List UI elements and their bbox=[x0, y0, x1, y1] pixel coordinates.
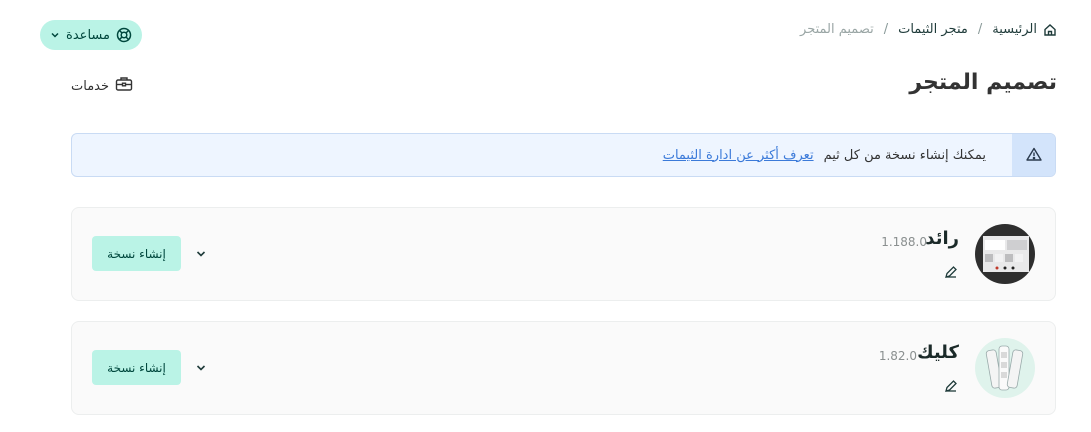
breadcrumb-separator: / bbox=[883, 22, 889, 37]
theme-version: 1.82.0 bbox=[878, 349, 917, 363]
theme-card: رائد 1.188.0 إنشاء نسخة bbox=[71, 207, 1056, 301]
theme-name: كليك bbox=[917, 342, 959, 363]
help-label: مساعدة bbox=[66, 27, 110, 43]
chevron-down-icon[interactable] bbox=[194, 246, 208, 260]
breadcrumb: الرئيسية / متجر الثيمات / تصميم المتجر bbox=[800, 22, 1057, 37]
warning-icon bbox=[1025, 146, 1042, 165]
theme-name: رائد bbox=[925, 228, 959, 249]
create-copy-button[interactable]: إنشاء نسخة bbox=[92, 236, 181, 271]
services-label: خدمات bbox=[71, 78, 110, 94]
page-title: تصميم المتجر bbox=[909, 70, 1057, 95]
alert-text: يمكنك إنشاء نسخة من كل ثيم bbox=[823, 147, 986, 163]
help-button[interactable]: مساعدة bbox=[40, 20, 142, 50]
pencil-icon[interactable] bbox=[943, 264, 959, 280]
toolbox-icon bbox=[115, 76, 133, 96]
theme-thumbnail bbox=[975, 224, 1035, 284]
breadcrumb-separator: / bbox=[977, 22, 983, 37]
breadcrumb-home[interactable]: الرئيسية bbox=[992, 22, 1037, 37]
theme-card: كليك 1.82.0 إنشاء نسخة bbox=[71, 321, 1056, 415]
theme-version: 1.188.0 bbox=[881, 235, 927, 249]
create-copy-button[interactable]: إنشاء نسخة bbox=[92, 350, 181, 385]
breadcrumb-themes-store[interactable]: متجر الثيمات bbox=[898, 22, 968, 37]
chevron-down-icon[interactable] bbox=[194, 360, 208, 374]
home-icon[interactable] bbox=[1043, 23, 1057, 37]
alert-learn-more-link[interactable]: تعرف أكثر عن ادارة الثيمات bbox=[663, 148, 814, 163]
lifebuoy-icon bbox=[116, 27, 132, 43]
pencil-icon[interactable] bbox=[943, 378, 959, 394]
breadcrumb-current: تصميم المتجر bbox=[800, 22, 874, 37]
info-alert: يمكنك إنشاء نسخة من كل ثيم تعرف أكثر عن … bbox=[71, 133, 1056, 177]
page: الرئيسية / متجر الثيمات / تصميم المتجر م… bbox=[0, 0, 1091, 432]
theme-thumbnail bbox=[975, 338, 1035, 398]
chevron-down-icon bbox=[50, 30, 60, 40]
alert-icon-box bbox=[1012, 134, 1055, 176]
services-link[interactable]: خدمات bbox=[71, 76, 133, 96]
